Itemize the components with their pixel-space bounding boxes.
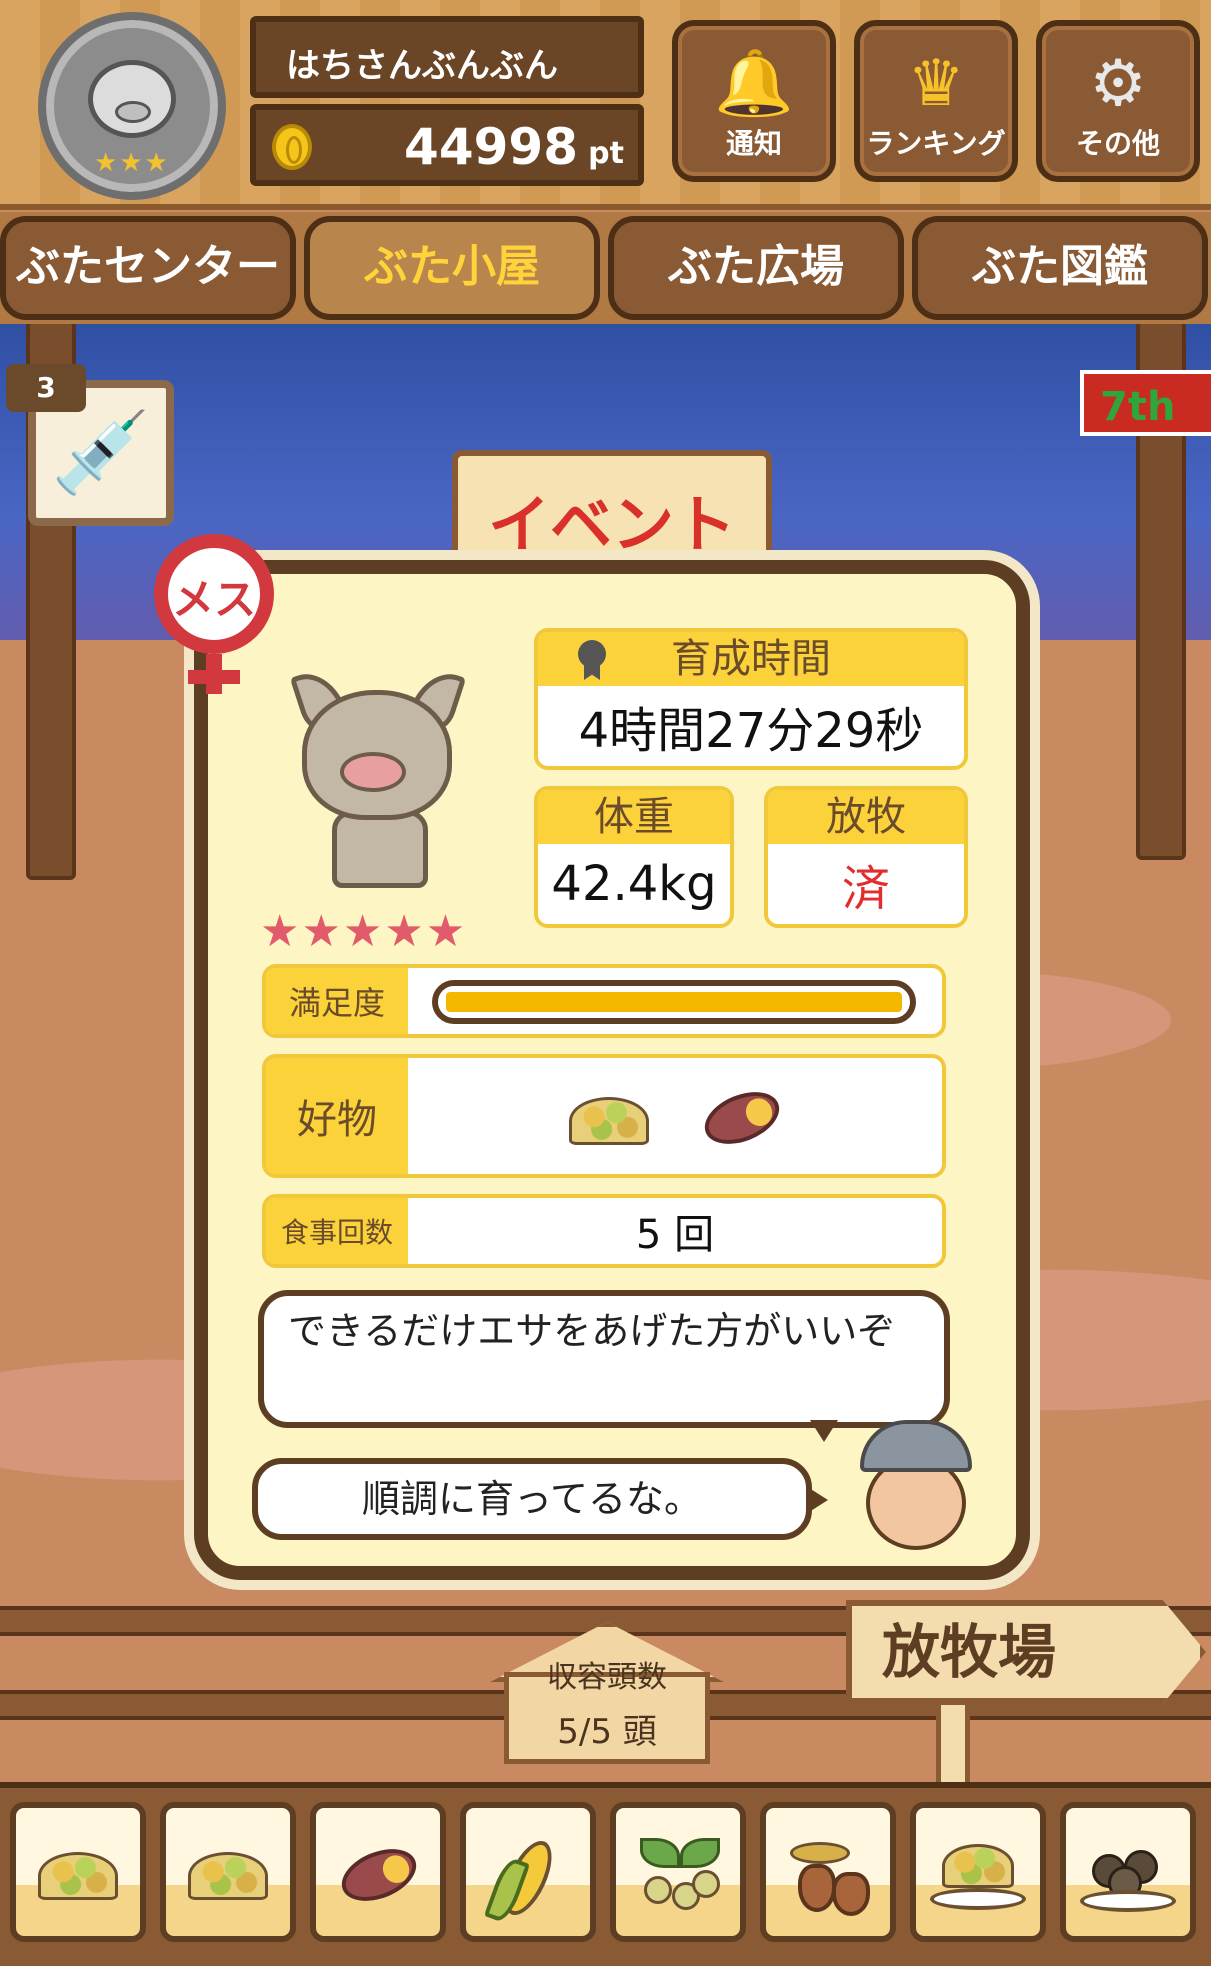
food-slot-grain-pile[interactable] xyxy=(10,1802,146,1942)
other-button-label: その他 xyxy=(1075,127,1160,160)
player-avatar[interactable]: ★★★ xyxy=(38,12,226,200)
satisfaction-row: 満足度 xyxy=(262,964,946,1038)
food-item-bar xyxy=(0,1782,1211,1966)
tab-pig-house[interactable]: ぶた小屋 xyxy=(304,216,600,320)
female-gender-badge: メス xyxy=(150,530,290,694)
favorite-label: 好物 xyxy=(266,1058,408,1174)
speech-bubble-tail xyxy=(806,1486,828,1514)
capacity-label: 収容頭数 xyxy=(547,1660,667,1695)
bell-icon: 🔔 xyxy=(714,47,794,121)
meals-label: 食事回数 xyxy=(266,1198,408,1264)
notification-button[interactable]: 🔔 通知 xyxy=(672,20,836,182)
player-rank-stars: ★★★ xyxy=(94,148,170,178)
satisfaction-bar xyxy=(432,980,916,1024)
points-value: 44998 xyxy=(404,118,578,176)
pasture-sign-button[interactable]: 放牧場 xyxy=(846,1600,1206,1704)
pig-rarity-stars: ★★★★★ xyxy=(260,906,468,957)
farmer-speech-bubble-1: できるだけエサをあげた方がいいぞ xyxy=(258,1290,950,1428)
ranking-button[interactable]: ♛ ランキング xyxy=(854,20,1018,182)
anniversary-sign: 7th xyxy=(1080,370,1211,436)
player-name-box: はちさんぶんぶん xyxy=(250,16,644,98)
other-button[interactable]: ⚙ その他 xyxy=(1036,20,1200,182)
capacity-sign: 収容頭数 5/5 頭 xyxy=(490,1622,724,1764)
main-tabs: ぶたセンター ぶた小屋 ぶた広場 ぶた図鑑 xyxy=(0,212,1211,324)
ranking-button-label: ランキング xyxy=(866,127,1006,160)
farmer-speech-bubble-2: 順調に育ってるな。 xyxy=(252,1458,812,1540)
meals-value: 5 回 xyxy=(635,1212,715,1258)
ribbon-medal-icon xyxy=(578,640,606,680)
tab-pig-encyclopedia[interactable]: ぶた図鑑 xyxy=(912,216,1208,320)
event-banner-text: イベント xyxy=(487,488,736,561)
weight-value: 42.4kg xyxy=(551,856,717,912)
capacity-value: 5/5 頭 xyxy=(557,1712,657,1752)
speech-bubble-tail xyxy=(810,1420,838,1442)
satisfaction-label: 満足度 xyxy=(266,968,408,1034)
food-slot-mixed-grain[interactable] xyxy=(160,1802,296,1942)
player-name: はちさんぶんぶん xyxy=(286,46,558,86)
food-slot-sweet-potato[interactable] xyxy=(310,1802,446,1942)
points-unit: pt xyxy=(588,136,624,171)
chestnut-plate-icon xyxy=(1080,1838,1176,1918)
syringe-count-badge: 3 xyxy=(6,364,86,412)
grain-pile-icon xyxy=(30,1838,126,1918)
notification-button-label: 通知 xyxy=(725,127,782,160)
tab-pig-plaza[interactable]: ぶた広場 xyxy=(608,216,904,320)
food-slot-corn[interactable] xyxy=(460,1802,596,1942)
satisfaction-bar-fill xyxy=(446,992,902,1012)
raise-time-value: 4時間27分29秒 xyxy=(578,703,924,759)
coin-icon xyxy=(272,124,312,170)
grazing-card: 放牧 済 xyxy=(764,786,968,928)
pig-face-icon xyxy=(88,60,176,138)
grain-pile-icon xyxy=(561,1081,657,1151)
sweet-potato-icon xyxy=(330,1838,426,1918)
sweet-potato-icon xyxy=(693,1081,789,1154)
acorn-icon xyxy=(780,1838,876,1918)
food-slot-chestnut-plate[interactable] xyxy=(1060,1802,1196,1942)
favorite-food-list xyxy=(408,1058,942,1174)
meal-count-row: 食事回数 5 回 xyxy=(262,1194,946,1268)
header-bar: ★★★ はちさんぶんぶん 44998 pt 🔔 通知 ♛ ランキング ⚙ その他 xyxy=(0,0,1211,210)
mixed-grain-icon xyxy=(180,1838,276,1918)
grazing-label: 放牧 xyxy=(768,790,964,844)
grain-plate-icon xyxy=(930,1838,1026,1918)
pig-portrait xyxy=(278,660,478,900)
weight-card: 体重 42.4kg xyxy=(534,786,734,928)
corn-icon xyxy=(480,1834,576,1925)
farmer-face-icon xyxy=(852,1420,980,1554)
points-box: 44998 pt xyxy=(250,104,644,186)
food-slot-beans-leaf[interactable] xyxy=(610,1802,746,1942)
crown-icon: ♛ xyxy=(907,47,965,121)
food-slot-acorn[interactable] xyxy=(760,1802,896,1942)
tab-pig-center[interactable]: ぶたセンター xyxy=(0,216,296,320)
food-slot-grain-plate[interactable] xyxy=(910,1802,1046,1942)
grazing-value: 済 xyxy=(841,861,890,917)
gender-label: メス xyxy=(171,575,256,624)
gear-icon: ⚙ xyxy=(1089,47,1147,121)
favorite-food-row: 好物 xyxy=(262,1054,946,1178)
raise-time-card: 育成時間 4時間27分29秒 xyxy=(534,628,968,770)
beans-leaf-icon xyxy=(630,1838,726,1918)
weight-label: 体重 xyxy=(538,790,730,844)
